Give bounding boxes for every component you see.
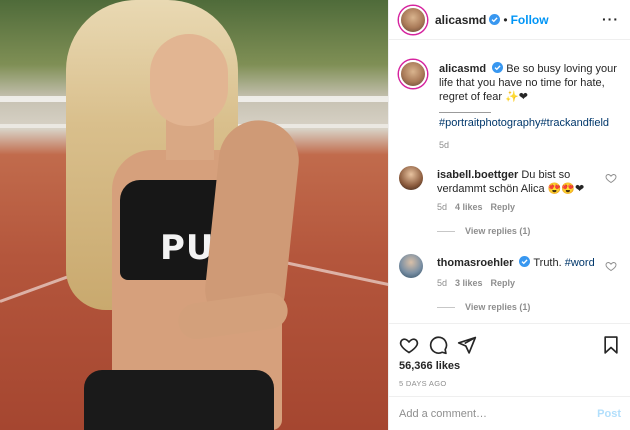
- caption-divider: [439, 112, 491, 113]
- caption-username[interactable]: alicasmd: [439, 63, 486, 75]
- verified-badge-icon: [492, 62, 504, 73]
- caption-author-avatar[interactable]: [399, 60, 427, 88]
- view-replies-label[interactable]: View replies (1): [465, 226, 530, 236]
- post-actions: 56,366 likes 5 DAYS AGO: [389, 323, 630, 396]
- caption-hashtags[interactable]: #portraitphotography#trackandfield: [439, 116, 619, 130]
- commenter-username[interactable]: isabell.boettger: [437, 169, 518, 181]
- comment-reply-button[interactable]: Reply: [491, 278, 516, 288]
- view-replies-button[interactable]: View replies (1): [437, 302, 530, 312]
- save-bookmark-icon[interactable]: [601, 335, 621, 355]
- comment-timestamp: 5d: [437, 278, 448, 288]
- share-paper-plane-icon[interactable]: [457, 335, 477, 355]
- post-comment-button[interactable]: Post: [597, 408, 621, 420]
- post-side-panel: alicasmd • Follow ··· alicasmd Be so bus…: [388, 0, 630, 430]
- replies-dash: [437, 230, 455, 232]
- likes-count[interactable]: 56,366 likes: [399, 360, 460, 372]
- face: [150, 34, 228, 126]
- verified-badge-icon: [519, 256, 531, 267]
- author-username[interactable]: alicasmd: [435, 13, 486, 27]
- comments-section[interactable]: alicasmd Be so busy loving your life tha…: [389, 40, 630, 323]
- comment-text: Truth.: [533, 257, 562, 269]
- comment-reply-button[interactable]: Reply: [491, 202, 516, 212]
- add-comment-bar: Post: [389, 396, 630, 430]
- comment-hashtag[interactable]: #word: [565, 257, 595, 269]
- view-replies-button[interactable]: View replies (1): [437, 226, 530, 236]
- add-comment-input[interactable]: [399, 407, 569, 420]
- comment-like-heart-icon[interactable]: [605, 260, 617, 272]
- post-photo[interactable]: PUMA: [0, 0, 388, 430]
- verified-badge-icon: [489, 14, 501, 25]
- comment-bubble-icon[interactable]: [428, 335, 448, 355]
- comment-likes-count[interactable]: 3 likes: [455, 278, 483, 288]
- comment-timestamp: 5d: [437, 202, 448, 212]
- hashtag-links[interactable]: #portraitphotography#trackandfield: [439, 117, 609, 129]
- header-separator: •: [503, 12, 508, 27]
- comment-meta: 5d 3 likes Reply: [437, 278, 515, 288]
- view-replies-label[interactable]: View replies (1): [465, 302, 530, 312]
- author-avatar[interactable]: [399, 5, 427, 34]
- post-time-ago: 5 DAYS AGO: [399, 379, 447, 388]
- comment-like-heart-icon[interactable]: [605, 172, 617, 184]
- caption-text-block: alicasmd Be so busy loving your life tha…: [439, 62, 619, 104]
- more-options-icon[interactable]: ···: [602, 12, 619, 26]
- commenter-avatar[interactable]: [399, 166, 423, 190]
- caption-timestamp: 5d: [439, 140, 450, 150]
- post-header: alicasmd • Follow ···: [389, 0, 630, 40]
- replies-dash: [437, 306, 455, 308]
- comment-likes-count[interactable]: 4 likes: [455, 202, 483, 212]
- follow-button[interactable]: Follow: [511, 13, 549, 27]
- comment-text-block: isabell.boettger Du bist so verdammt sch…: [437, 168, 597, 196]
- comment-text-block: thomasroehler Truth. #word: [437, 256, 597, 270]
- track-lane-line: [279, 260, 388, 288]
- shorts: [84, 370, 274, 430]
- commenter-username[interactable]: thomasroehler: [437, 257, 513, 269]
- like-heart-icon[interactable]: [399, 335, 419, 355]
- comment-meta: 5d 4 likes Reply: [437, 202, 515, 212]
- commenter-avatar[interactable]: [399, 254, 423, 278]
